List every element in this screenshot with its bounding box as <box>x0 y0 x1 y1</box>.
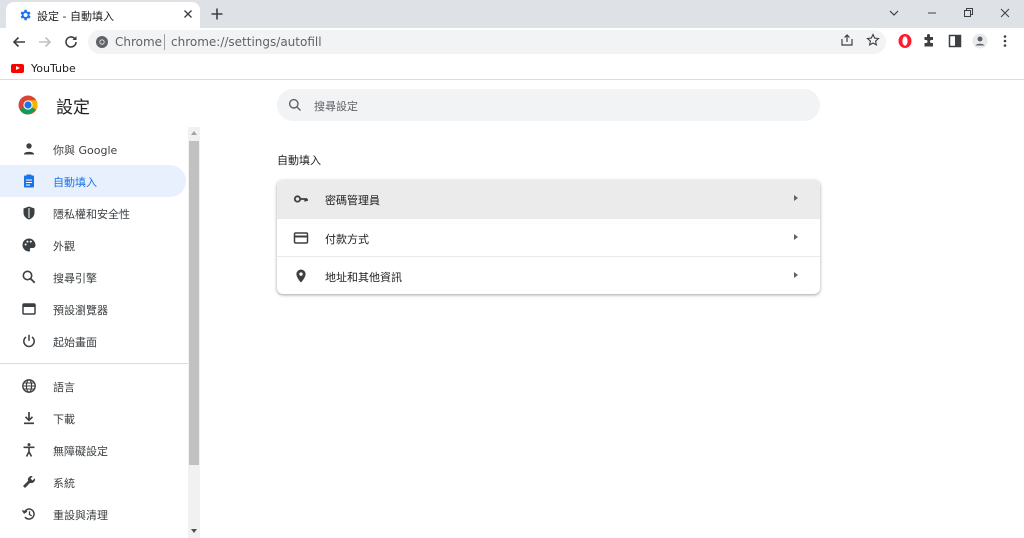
arrow-right-icon <box>794 195 798 201</box>
bookmark-label: YouTube <box>31 61 76 75</box>
chrome-site-icon <box>96 36 108 48</box>
chrome-logo-icon <box>18 95 38 115</box>
settings-header: 設定 <box>18 95 90 118</box>
sidebar-item-on-startup[interactable]: 起始畫面 <box>0 325 186 357</box>
close-icon[interactable] <box>181 7 195 21</box>
settings-sidebar: 你與 Google 自動填入 隱私權和安全性 外觀 搜尋引擎 預設瀏覽器 起始畫… <box>0 127 188 538</box>
sidebar-item-you-and-google[interactable]: 你與 Google <box>0 133 186 165</box>
sidebar-item-system[interactable]: 系統 <box>0 466 186 498</box>
bookmark-star-icon[interactable] <box>866 33 880 47</box>
sidebar-item-search-engine[interactable]: 搜尋引擎 <box>0 261 186 293</box>
browser-window-icon <box>22 303 36 315</box>
row-payment-methods[interactable]: 付款方式 <box>277 218 820 256</box>
settings-page: 設定 搜尋設定 你與 Google 自動填入 隱私權和安全性 外觀 搜尋引擎 預… <box>0 81 1024 538</box>
profile-avatar-icon[interactable] <box>972 33 988 49</box>
sidebar-item-default-browser[interactable]: 預設瀏覽器 <box>0 293 186 325</box>
new-tab-plus-icon[interactable] <box>208 5 226 23</box>
youtube-icon <box>11 63 24 73</box>
sidebar-item-label: 預設瀏覽器 <box>53 304 108 317</box>
sidebar-item-label: 無障礙設定 <box>53 445 108 458</box>
bookmark-youtube[interactable]: YouTube <box>11 60 76 76</box>
search-icon <box>288 98 301 111</box>
globe-icon <box>22 379 36 393</box>
palette-icon <box>22 238 36 252</box>
address-separator <box>164 34 165 50</box>
extensions-puzzle-icon[interactable] <box>921 33 937 49</box>
tab-settings[interactable]: 設定 - 自動填入 <box>6 2 200 28</box>
accessibility-icon <box>23 443 35 457</box>
search-settings-input[interactable]: 搜尋設定 <box>277 89 820 121</box>
sidebar-item-label: 起始畫面 <box>53 336 97 349</box>
tab-search-chevron-icon[interactable] <box>884 4 904 22</box>
forward-arrow-icon[interactable] <box>36 33 54 51</box>
sidebar-item-label: 隱私權和安全性 <box>53 208 130 221</box>
opera-extension-icon[interactable] <box>897 33 913 49</box>
restore-window-icon[interactable] <box>958 4 978 22</box>
address-scheme: Chrome <box>115 35 163 49</box>
shield-icon <box>23 206 35 220</box>
row-addresses[interactable]: 地址和其他資訊 <box>277 256 820 294</box>
download-icon <box>24 412 34 425</box>
row-label: 地址和其他資訊 <box>325 271 402 284</box>
sidebar-item-accessibility[interactable]: 無障礙設定 <box>0 434 186 466</box>
sidebar-item-label: 你與 Google <box>53 144 118 157</box>
side-panel-icon[interactable] <box>947 33 963 49</box>
sidebar-scrollbar[interactable] <box>188 127 200 538</box>
row-label: 密碼管理員 <box>325 194 380 207</box>
sidebar-item-appearance[interactable]: 外觀 <box>0 229 186 261</box>
gear-icon <box>20 9 31 21</box>
scrollbar-thumb[interactable] <box>189 141 199 465</box>
sidebar-item-downloads[interactable]: 下載 <box>0 402 186 434</box>
sidebar-item-label: 系統 <box>53 477 75 490</box>
key-icon <box>293 195 308 203</box>
clipboard-icon <box>24 174 34 188</box>
back-arrow-icon[interactable] <box>10 33 28 51</box>
more-menu-icon[interactable] <box>997 33 1013 49</box>
sidebar-item-privacy[interactable]: 隱私權和安全性 <box>0 197 186 229</box>
close-window-icon[interactable] <box>995 4 1015 22</box>
section-title: 自動填入 <box>277 154 321 167</box>
sidebar-item-label: 搜尋引擎 <box>53 272 97 285</box>
reload-icon[interactable] <box>62 33 80 51</box>
arrow-right-icon <box>794 272 798 278</box>
sidebar-item-label: 自動填入 <box>53 176 97 189</box>
address-url: chrome://settings/autofill <box>171 35 322 49</box>
person-icon <box>24 143 34 155</box>
tab-title: 設定 - 自動填入 <box>37 10 114 23</box>
sidebar-item-label: 語言 <box>53 381 75 394</box>
sidebar-item-languages[interactable]: 語言 <box>0 370 186 402</box>
sidebar-item-reset[interactable]: 重設與清理 <box>0 498 186 530</box>
sidebar-item-label: 下載 <box>53 413 75 426</box>
credit-card-icon <box>293 232 309 244</box>
search-placeholder: 搜尋設定 <box>314 100 358 113</box>
bookmarks-bar: YouTube <box>0 56 1024 80</box>
power-icon <box>23 334 35 348</box>
sidebar-item-autofill[interactable]: 自動填入 <box>0 165 186 197</box>
row-label: 付款方式 <box>325 233 369 246</box>
wrench-icon <box>23 476 35 488</box>
scroll-up-arrow-icon[interactable] <box>191 131 197 135</box>
sidebar-divider <box>0 363 188 364</box>
location-pin-icon <box>296 269 306 283</box>
minimize-icon[interactable] <box>922 4 942 22</box>
browser-toolbar: Chrome chrome://settings/autofill <box>0 28 1024 56</box>
restore-icon <box>21 508 35 520</box>
sidebar-item-label: 外觀 <box>53 240 75 253</box>
arrow-right-icon <box>794 234 798 240</box>
share-icon[interactable] <box>840 33 854 47</box>
search-icon <box>22 270 36 284</box>
scroll-down-arrow-icon[interactable] <box>191 529 197 533</box>
row-password-manager[interactable]: 密碼管理員 <box>277 180 820 218</box>
autofill-card: 密碼管理員 付款方式 地址和其他資訊 <box>277 180 820 294</box>
address-bar[interactable]: Chrome chrome://settings/autofill <box>88 30 886 54</box>
tab-strip: 設定 - 自動填入 <box>0 0 1024 28</box>
page-title: 設定 <box>56 97 90 118</box>
sidebar-item-label: 重設與清理 <box>53 509 108 522</box>
